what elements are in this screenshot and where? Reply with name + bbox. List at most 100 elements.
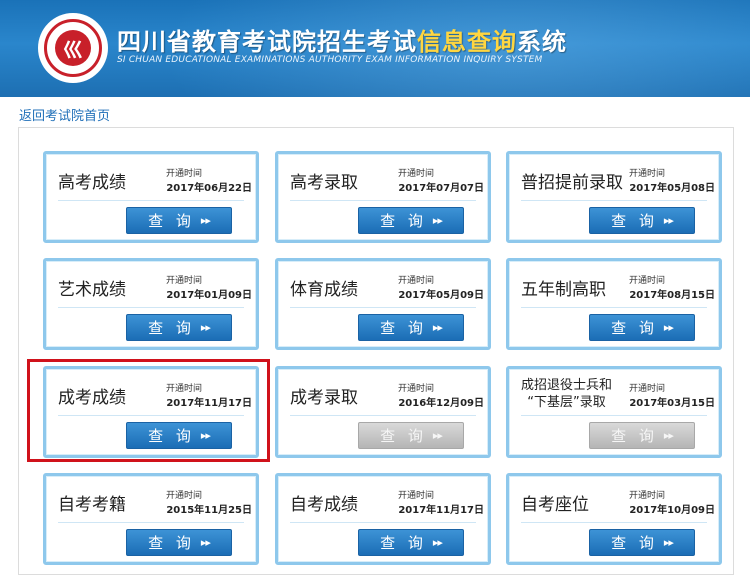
open-date: 2017年05月09日 xyxy=(398,290,484,301)
card-divider xyxy=(521,522,707,523)
card-title: 体育成绩 xyxy=(290,280,358,300)
site-title-main: 四川省教育考试院招生考试 xyxy=(117,28,417,56)
open-time-label: 开通时间 xyxy=(629,169,666,179)
logo-emblem-icon: 巛 xyxy=(55,30,91,66)
double-chevron-right-icon: ▸▸ xyxy=(663,214,674,227)
card-divider xyxy=(58,200,244,201)
card-divider xyxy=(58,522,244,523)
open-date: 2017年01月09日 xyxy=(166,290,252,301)
query-button-self-exam-registration[interactable]: 查 询 ▸▸ xyxy=(126,529,232,556)
card-divider xyxy=(290,200,476,201)
query-button-label: 查 询 xyxy=(148,319,195,337)
card-gaokao-admission: 高考录取 开通时间 2017年07月07日 查 询 ▸▸ xyxy=(275,151,491,243)
open-time-label: 开通时间 xyxy=(166,276,203,286)
card-early-admission: 普招提前录取 开通时间 2017年05月08日 查 询 ▸▸ xyxy=(506,151,722,243)
card-title: 高考录取 xyxy=(290,173,358,193)
card-title: 普招提前录取 xyxy=(521,173,623,193)
open-time-label: 开通时间 xyxy=(166,169,203,179)
card-sports-score: 体育成绩 开通时间 2017年05月09日 查 询 ▸▸ xyxy=(275,258,491,350)
card-art-score: 艺术成绩 开通时间 2017年01月09日 查 询 ▸▸ xyxy=(43,258,259,350)
sceea-logo: 巛 xyxy=(38,13,108,83)
open-time-label: 开通时间 xyxy=(398,276,435,286)
open-time-label: 开通时间 xyxy=(398,491,435,501)
query-button-self-exam-seat[interactable]: 查 询 ▸▸ xyxy=(589,529,695,556)
site-title: 四川省教育考试院招生考试信息查询系统 xyxy=(117,22,567,57)
double-chevron-right-icon: ▸▸ xyxy=(663,321,674,334)
open-date: 2017年08月15日 xyxy=(629,290,715,301)
card-title: 高考成绩 xyxy=(58,173,126,193)
open-date: 2017年06月22日 xyxy=(166,183,252,194)
query-button-label: 查 询 xyxy=(611,319,658,337)
double-chevron-right-icon: ▸▸ xyxy=(200,214,211,227)
site-subtitle: SI CHUAN EDUCATIONAL EXAMINATIONS AUTHOR… xyxy=(117,55,543,65)
double-chevron-right-icon: ▸▸ xyxy=(663,429,674,442)
double-chevron-right-icon: ▸▸ xyxy=(200,536,211,549)
card-title: 五年制高职 xyxy=(521,280,606,300)
card-gaokao-score: 高考成绩 开通时间 2017年06月22日 查 询 ▸▸ xyxy=(43,151,259,243)
query-button-label: 查 询 xyxy=(380,427,427,445)
card-divider xyxy=(521,307,707,308)
query-button-early-admission[interactable]: 查 询 ▸▸ xyxy=(589,207,695,234)
card-title: 自考座位 xyxy=(521,495,589,515)
selection-highlight-box xyxy=(27,359,270,462)
query-button-sports-score[interactable]: 查 询 ▸▸ xyxy=(358,314,464,341)
double-chevron-right-icon: ▸▸ xyxy=(200,321,211,334)
query-button-label: 查 询 xyxy=(148,212,195,230)
open-time-label: 开通时间 xyxy=(629,384,666,394)
query-button-adult-exam-admission[interactable]: 查 询 ▸▸ xyxy=(358,422,464,449)
card-title-line-1: 成招退役士兵和 xyxy=(521,378,613,393)
query-button-label: 查 询 xyxy=(611,534,658,552)
open-date: 2017年10月09日 xyxy=(629,505,715,516)
query-button-label: 查 询 xyxy=(380,319,427,337)
query-button-label: 查 询 xyxy=(148,534,195,552)
double-chevron-right-icon: ▸▸ xyxy=(432,321,443,334)
card-five-year-vocational: 五年制高职 开通时间 2017年08月15日 查 询 ▸▸ xyxy=(506,258,722,350)
card-title-line-2: “下基层”录取 xyxy=(527,395,606,410)
double-chevron-right-icon: ▸▸ xyxy=(432,429,443,442)
card-title: 自考考籍 xyxy=(58,495,126,515)
open-time-label: 开通时间 xyxy=(629,491,666,501)
query-button-label: 查 询 xyxy=(611,427,658,445)
card-self-exam-registration: 自考考籍 开通时间 2015年11月25日 查 询 ▸▸ xyxy=(43,473,259,565)
open-time-label: 开通时间 xyxy=(398,384,435,394)
logo-seal: 巛 xyxy=(44,19,102,77)
card-divider xyxy=(521,415,707,416)
card-adult-exam-admission: 成考录取 开通时间 2016年12月09日 查 询 ▸▸ xyxy=(275,366,491,458)
query-button-gaokao-score[interactable]: 查 询 ▸▸ xyxy=(126,207,232,234)
card-divider xyxy=(58,307,244,308)
card-divider xyxy=(290,415,476,416)
card-title: 艺术成绩 xyxy=(58,280,126,300)
header-banner: 巛 四川省教育考试院招生考试信息查询系统 SI CHUAN EDUCATIONA… xyxy=(0,0,750,97)
card-veteran-admission: 成招退役士兵和 “下基层”录取 开通时间 2017年03月15日 查 询 ▸▸ xyxy=(506,366,722,458)
card-self-exam-seat: 自考座位 开通时间 2017年10月09日 查 询 ▸▸ xyxy=(506,473,722,565)
query-button-gaokao-admission[interactable]: 查 询 ▸▸ xyxy=(358,207,464,234)
open-time-label: 开通时间 xyxy=(398,169,435,179)
card-title: 成招退役士兵和 “下基层”录取 xyxy=(521,377,612,411)
double-chevron-right-icon: ▸▸ xyxy=(663,536,674,549)
card-divider xyxy=(521,200,707,201)
query-button-label: 查 询 xyxy=(611,212,658,230)
card-divider xyxy=(290,522,476,523)
query-button-art-score[interactable]: 查 询 ▸▸ xyxy=(126,314,232,341)
open-time-label: 开通时间 xyxy=(166,491,203,501)
site-title-highlight: 信息查询 xyxy=(417,28,517,56)
card-title: 成考录取 xyxy=(290,388,358,408)
query-button-five-year-vocational[interactable]: 查 询 ▸▸ xyxy=(589,314,695,341)
open-date: 2016年12月09日 xyxy=(398,398,484,409)
open-date: 2017年07月07日 xyxy=(398,183,484,194)
open-date: 2015年11月25日 xyxy=(166,505,252,516)
query-button-veteran-admission[interactable]: 查 询 ▸▸ xyxy=(589,422,695,449)
double-chevron-right-icon: ▸▸ xyxy=(432,214,443,227)
query-button-self-exam-score[interactable]: 查 询 ▸▸ xyxy=(358,529,464,556)
card-self-exam-score: 自考成绩 开通时间 2017年11月17日 查 询 ▸▸ xyxy=(275,473,491,565)
open-date: 2017年05月08日 xyxy=(629,183,715,194)
double-chevron-right-icon: ▸▸ xyxy=(432,536,443,549)
site-title-tail: 系统 xyxy=(517,28,567,56)
back-to-home-link[interactable]: 返回考试院首页 xyxy=(19,105,110,124)
open-date: 2017年11月17日 xyxy=(398,505,484,516)
open-time-label: 开通时间 xyxy=(629,276,666,286)
query-button-label: 查 询 xyxy=(380,534,427,552)
query-button-label: 查 询 xyxy=(380,212,427,230)
card-title: 自考成绩 xyxy=(290,495,358,515)
open-date: 2017年03月15日 xyxy=(629,398,715,409)
